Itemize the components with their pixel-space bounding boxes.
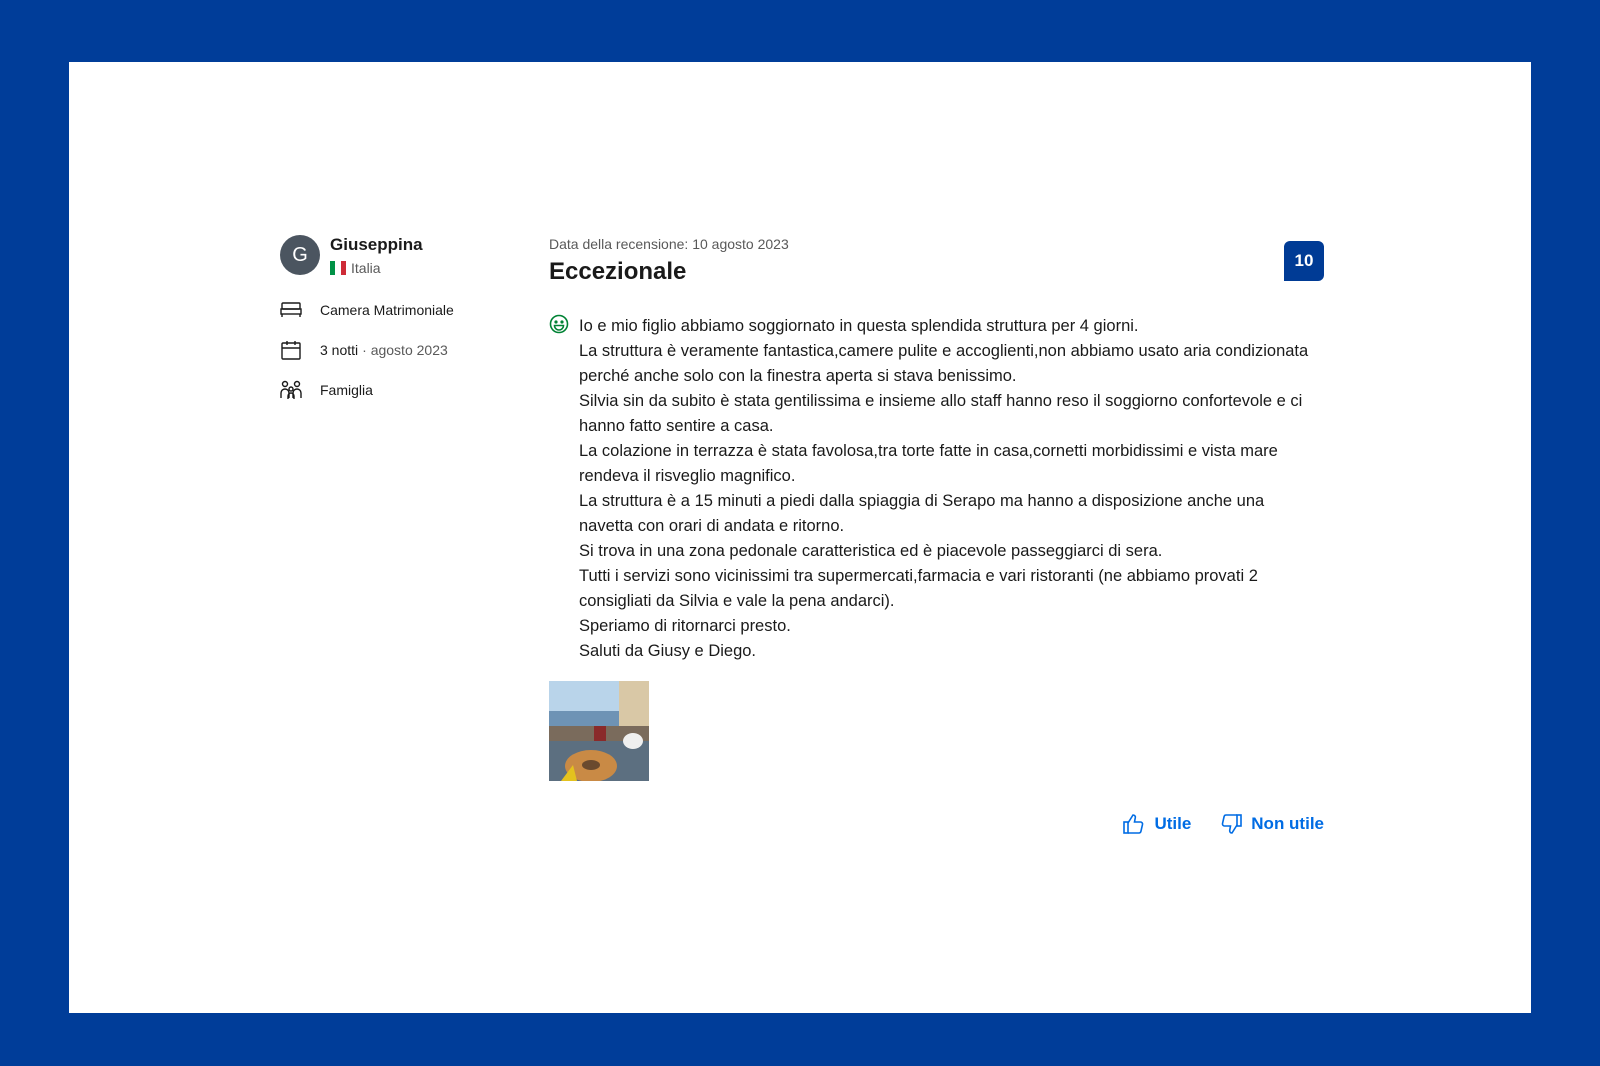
thumbs-down-icon xyxy=(1221,814,1243,834)
review-line: Speriamo di ritornarci presto. xyxy=(579,617,791,635)
helpful-button[interactable]: Utile xyxy=(1122,812,1191,836)
room-type-label: Camera Matrimoniale xyxy=(320,302,454,318)
review-line: Io e mio figlio abbiamo soggiornato in q… xyxy=(579,317,1139,335)
reviewer-country: Italia xyxy=(330,260,381,276)
thumbs-up-icon xyxy=(1123,814,1144,834)
not-helpful-button[interactable]: Non utile xyxy=(1219,812,1324,836)
calendar-icon xyxy=(281,341,301,360)
review-line: La colazione in terrazza è stata favolos… xyxy=(579,442,1278,485)
review-line: La struttura è a 15 minuti a piedi dalla… xyxy=(579,492,1265,535)
avatar: G xyxy=(280,235,320,275)
breakfast-photo xyxy=(549,681,649,781)
nights-label: 3 notti xyxy=(320,342,359,358)
smile-icon xyxy=(549,314,569,334)
review-line: La struttura è veramente fantastica,came… xyxy=(579,342,1309,385)
traveler-type-label: Famiglia xyxy=(320,382,373,398)
room-type: Camera Matrimoniale xyxy=(280,300,454,320)
stay-date-label: · agosto 2023 xyxy=(362,342,448,358)
not-helpful-label: Non utile xyxy=(1251,814,1324,833)
family-icon xyxy=(280,380,302,399)
country-label: Italia xyxy=(351,260,381,276)
bed-icon xyxy=(280,302,302,317)
review-line: Saluti da Giusy e Diego. xyxy=(579,642,757,660)
reviewer-name: Giuseppina xyxy=(330,235,423,254)
review-text: Io e mio figlio abbiamo soggiornato in q… xyxy=(579,314,1319,664)
italy-flag-icon xyxy=(330,261,346,275)
score-badge: 10 xyxy=(1284,241,1324,281)
review-line: Silvia sin da subito è stata gentilissim… xyxy=(579,392,1303,435)
traveler-type: Famiglia xyxy=(280,380,373,400)
review-photo[interactable] xyxy=(549,681,649,781)
review-line: Si trova in una zona pedonale caratteris… xyxy=(579,542,1163,560)
feedback-actions: Utile Non utile xyxy=(1122,812,1324,836)
review-line: Tutti i servizi sono vicinissimi tra sup… xyxy=(579,567,1258,610)
review-date: Data della recensione: 10 agosto 2023 xyxy=(549,236,789,252)
stay-duration: 3 notti · agosto 2023 xyxy=(280,340,448,360)
helpful-label: Utile xyxy=(1154,814,1192,833)
review-title: Eccezionale xyxy=(549,258,687,285)
